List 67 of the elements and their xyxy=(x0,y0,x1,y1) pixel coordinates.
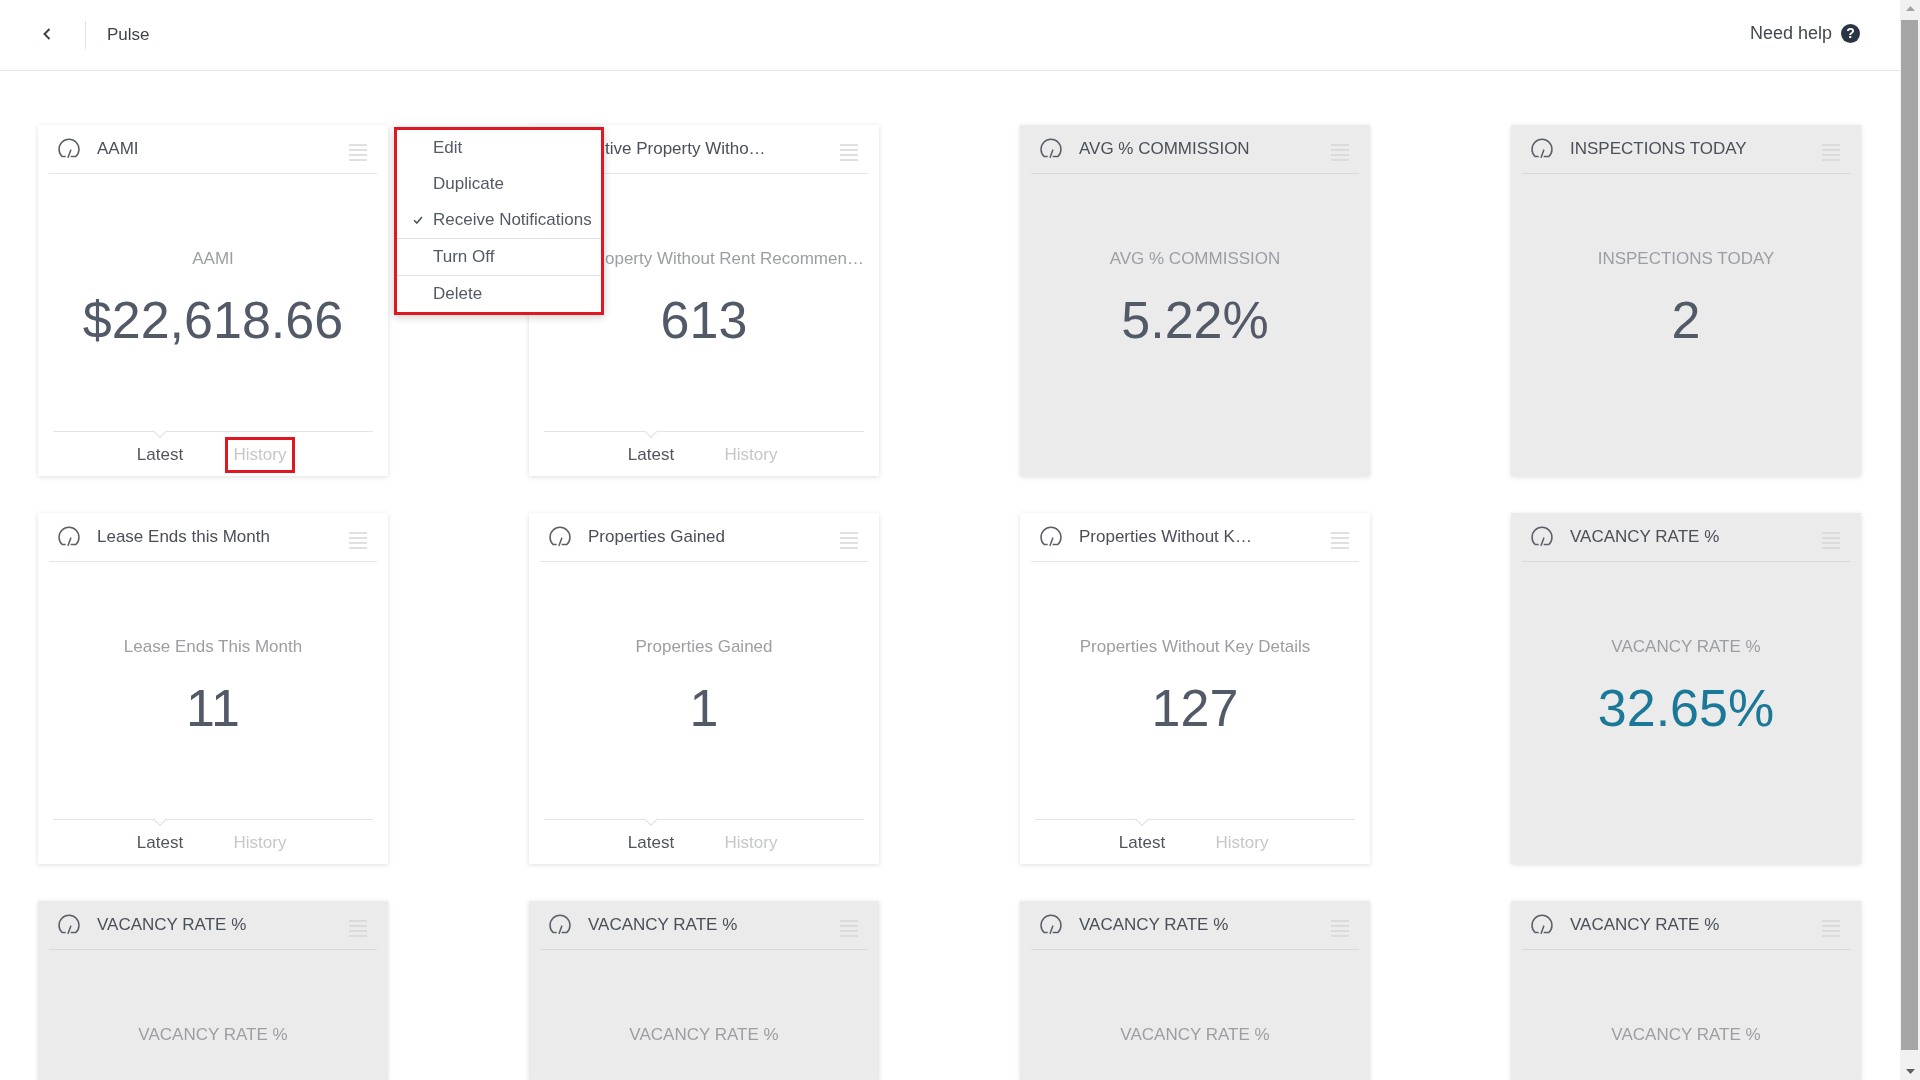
card-title: Lease Ends this Month xyxy=(97,527,270,547)
gauge-icon xyxy=(548,913,572,935)
menu-icon[interactable] xyxy=(840,143,858,161)
gauge-icon xyxy=(1039,525,1063,547)
need-help-link[interactable]: Need help ? xyxy=(1749,22,1860,44)
card-subtitle: AAMI xyxy=(192,248,234,270)
view-tab[interactable]: Latest xyxy=(127,437,193,473)
card-subtitle: INSPECTIONS TODAY xyxy=(1597,248,1775,270)
menu-item[interactable]: Turn Off xyxy=(397,239,601,275)
card-subtitle: Properties Gained xyxy=(635,636,773,658)
view-tab[interactable]: Latest xyxy=(618,437,684,473)
gauge-icon xyxy=(57,525,81,547)
card-title: tive Property Witho… xyxy=(605,139,766,159)
card-title: Properties Gained xyxy=(588,527,726,547)
menu-item[interactable]: Duplicate xyxy=(397,166,601,202)
scrollbar-thumb[interactable] xyxy=(1901,20,1918,1050)
card-title: VACANCY RATE % xyxy=(97,915,247,935)
card-subtitle: VACANCY RATE % xyxy=(1120,1024,1270,1046)
view-tab[interactable]: Latest xyxy=(1109,825,1175,861)
scrollbar-track[interactable] xyxy=(1900,0,1920,1080)
menu-icon[interactable] xyxy=(349,531,367,549)
gauge-icon xyxy=(1039,137,1063,159)
menu-icon[interactable] xyxy=(840,531,858,549)
metric-value: 613 xyxy=(660,290,748,351)
menu-item[interactable]: Receive Notifications xyxy=(397,202,601,238)
help-icon[interactable]: ? xyxy=(1841,23,1860,43)
metric-value: 1 xyxy=(689,678,719,739)
metric-value: 11 xyxy=(186,678,240,739)
card-subtitle: Lease Ends This Month xyxy=(123,636,303,658)
card-subtitle: VACANCY RATE % xyxy=(629,1024,779,1046)
chevron-left-icon[interactable] xyxy=(43,28,51,40)
card-subtitle: VACANCY RATE % xyxy=(138,1024,288,1046)
card-subtitle: operty Without Rent Recommen… xyxy=(605,248,864,270)
metric-value: 32.65% xyxy=(1597,678,1775,739)
card-subtitle: VACANCY RATE % xyxy=(1611,636,1761,658)
card-title: AVG % COMMISSION xyxy=(1079,139,1250,159)
scroll-up-arrow-icon[interactable] xyxy=(1905,6,1915,11)
gauge-icon xyxy=(1530,525,1554,547)
view-tab[interactable]: Latest xyxy=(127,825,193,861)
card-subtitle: AVG % COMMISSION xyxy=(1109,248,1281,270)
card-title: VACANCY RATE % xyxy=(588,915,738,935)
menu-item[interactable]: Delete xyxy=(397,276,601,312)
gauge-icon xyxy=(548,525,572,547)
card-title: VACANCY RATE % xyxy=(1570,527,1720,547)
gauge-icon xyxy=(1530,137,1554,159)
card-title: VACANCY RATE % xyxy=(1570,915,1720,935)
card-subtitle: Properties Without Key Details xyxy=(1079,636,1311,658)
gauge-icon xyxy=(1530,913,1554,935)
view-tab[interactable]: Latest xyxy=(618,825,684,861)
menu-icon[interactable] xyxy=(349,143,367,161)
scroll-down-arrow-icon[interactable] xyxy=(1905,1069,1915,1074)
menu-item[interactable]: Edit xyxy=(397,130,601,166)
page-title: Pulse xyxy=(107,25,150,45)
metric-value: $22,618.66 xyxy=(82,290,344,351)
gauge-icon xyxy=(57,137,81,159)
card-title: Properties Without K… xyxy=(1079,527,1252,547)
card-title: VACANCY RATE % xyxy=(1079,915,1229,935)
check-icon xyxy=(413,216,423,224)
card-subtitle: VACANCY RATE % xyxy=(1611,1024,1761,1046)
metric-value: 5.22% xyxy=(1121,290,1269,351)
gauge-icon xyxy=(1039,913,1063,935)
gauge-icon xyxy=(57,913,81,935)
card-title: INSPECTIONS TODAY xyxy=(1570,139,1747,159)
metric-value: 127 xyxy=(1151,678,1239,739)
card-title: AAMI xyxy=(97,139,139,159)
menu-icon[interactable] xyxy=(1331,531,1349,549)
metric-value: 2 xyxy=(1671,290,1701,351)
